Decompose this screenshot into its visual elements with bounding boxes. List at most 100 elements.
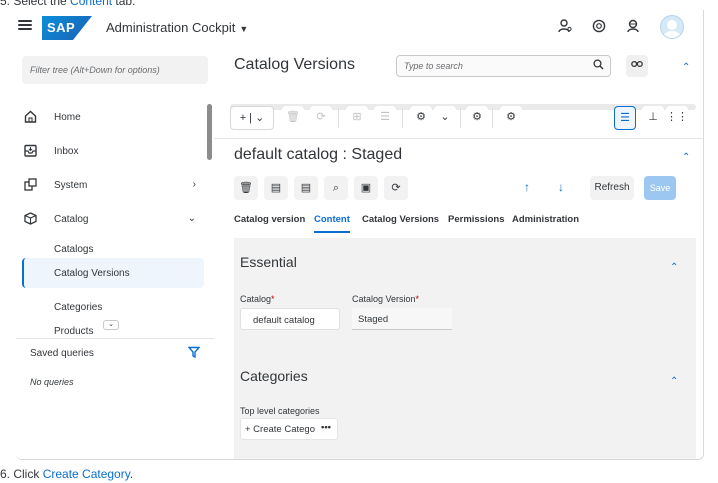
nav-item-label: Products — [54, 326, 94, 334]
inbox-icon — [23, 144, 37, 158]
list-title: Catalog Versions — [234, 56, 355, 73]
more-options-icon[interactable]: ••• — [321, 422, 331, 433]
tab-content[interactable]: Content — [314, 214, 350, 233]
advanced-search-icon[interactable] — [626, 55, 648, 77]
search-icon[interactable] — [593, 59, 604, 73]
nav-item-label: Catalogs — [54, 244, 94, 255]
save-button[interactable]: Save — [644, 176, 676, 200]
nav-item-catalog[interactable]: Catalog ⌄ — [16, 204, 204, 234]
saved-queries-title: Saved queries — [30, 348, 94, 359]
add-button[interactable]: + | ⌄ — [230, 106, 274, 130]
divider — [214, 138, 703, 139]
catalog-version-field: Staged — [352, 308, 452, 330]
nav-item-label: Catalog — [54, 214, 89, 225]
nav-item-label: System — [54, 180, 88, 191]
step-5-link[interactable]: Content — [70, 0, 112, 8]
compare-icon[interactable]: ⊞ — [346, 106, 368, 130]
list-view-icon[interactable]: ☰ — [614, 106, 636, 130]
content-panel: Essential ⌃ Catalog* default catalog Cat… — [234, 238, 696, 459]
list-select-icon[interactable]: ☰ — [374, 106, 396, 130]
previous-arrow-icon[interactable]: ↑ — [524, 180, 530, 194]
app-title-text: Administration Cockpit — [106, 20, 236, 35]
nav-item-system[interactable]: System › — [16, 170, 204, 200]
copy-icon[interactable]: ▤ — [294, 176, 318, 200]
refresh-button[interactable]: Refresh — [590, 176, 634, 200]
required-mark: * — [271, 294, 275, 304]
tab-catalog-versions[interactable]: Catalog Versions — [362, 214, 439, 231]
settings-icon[interactable]: ⚙ — [500, 106, 522, 130]
step-5-suffix: tab. — [112, 0, 136, 8]
app-window: SAP Administration Cockpit ▼ Filter tree … — [16, 10, 704, 460]
essential-section-title: Essential — [240, 254, 297, 270]
system-icon — [23, 178, 37, 192]
export-icon[interactable]: ▣ — [354, 176, 378, 200]
search-placeholder: Type to search — [404, 61, 463, 71]
catalog-icon — [23, 212, 37, 226]
menu-icon[interactable] — [18, 18, 32, 32]
expand-more-icon[interactable]: ⌄ — [103, 320, 119, 330]
filter-tree-input[interactable]: Filter tree (Alt+Down for options) — [22, 56, 208, 84]
top-level-categories-label: Top level categories — [240, 406, 320, 416]
delete-icon[interactable]: 🗑 — [234, 176, 258, 200]
step-6-suffix: . — [129, 467, 134, 481]
catalog-label: Catalog* — [240, 294, 275, 304]
user-avatar[interactable] — [660, 15, 684, 39]
home-icon — [23, 110, 37, 124]
collapse-essential-icon[interactable]: ⌃ — [670, 262, 678, 273]
nav-item-inbox[interactable]: Inbox — [16, 136, 204, 166]
caret-down-icon: ▼ — [239, 24, 249, 34]
app-title[interactable]: Administration Cockpit ▼ — [106, 20, 248, 35]
nav-item-catalog-versions[interactable]: Catalog Versions — [22, 258, 204, 288]
user-settings-icon[interactable] — [556, 19, 574, 37]
help-icon[interactable] — [590, 19, 608, 37]
catalog-version-label: Catalog Version* — [352, 294, 419, 304]
sap-logo: SAP — [42, 16, 92, 40]
catalog-field[interactable]: default catalog — [240, 308, 340, 330]
navigation-tree: Filter tree (Alt+Down for options) Home … — [16, 46, 214, 459]
delete-icon[interactable]: 🗑 — [282, 106, 304, 130]
tree-view-icon[interactable]: ⊥ — [642, 106, 664, 130]
collapse-list-icon[interactable]: ⌃ — [682, 62, 690, 73]
nav-scrollbar[interactable] — [207, 104, 212, 160]
saved-queries-panel: Saved queries No queries — [16, 338, 214, 387]
object-title: default catalog : Staged — [234, 146, 403, 163]
nav-item-label: Inbox — [54, 146, 79, 157]
editor-actions: 🗑 ▤ ▤ ⌕ ▣ ⟳ ↑ ↓ Refresh Save — [234, 176, 694, 202]
no-queries-text: No queries — [30, 377, 74, 387]
tab-permissions[interactable]: Permissions — [448, 214, 505, 231]
next-arrow-icon[interactable]: ↓ — [558, 180, 564, 194]
create-category-label: + Create Catego — [245, 424, 315, 435]
nav-item-label: Home — [54, 112, 81, 123]
main-content: Catalog Versions Type to search ⌃ + | ⌄ … — [214, 46, 703, 459]
reload-icon[interactable]: ⟳ — [384, 176, 408, 200]
chevron-down-icon: ⌄ — [187, 213, 196, 224]
tab-administration[interactable]: Administration — [512, 214, 579, 231]
sync-icon[interactable]: ⚙ — [410, 106, 432, 130]
sync-action-icon[interactable]: ⚙ — [466, 106, 488, 130]
notifications-icon[interactable] — [624, 19, 642, 37]
editor-tabs: Catalog version Content Catalog Versions… — [234, 214, 694, 236]
step-6-prefix: 6. Click — [0, 467, 43, 481]
grid-view-icon[interactable]: ⋮⋮ — [666, 106, 688, 130]
shell-bar: SAP Administration Cockpit ▼ — [16, 10, 703, 46]
list-toolbar: + | ⌄ 🗑 ⟳ ⊞ ☰ ⚙ ⌄ ⚙ ⚙ ☰ ⊥ ⋮⋮ — [230, 106, 690, 132]
search-references-icon[interactable]: ⌕ — [324, 176, 348, 200]
collapse-editor-icon[interactable]: ⌃ — [682, 152, 690, 163]
nav-item-label: Catalog Versions — [54, 268, 130, 279]
step-6-link[interactable]: Create Category — [43, 467, 130, 481]
tab-catalog-version[interactable]: Catalog version — [234, 214, 305, 231]
categories-section-title: Categories — [240, 368, 308, 384]
search-input[interactable]: Type to search — [396, 55, 611, 77]
nav-item-home[interactable]: Home — [16, 102, 204, 132]
catalog-version-label-text: Catalog Version — [352, 294, 416, 304]
step-5-caption: 5. Select the Content tab. — [0, 0, 135, 8]
step-5-prefix: 5. Select the — [0, 0, 71, 8]
step-6-caption: 6. Click Create Category. — [0, 467, 133, 481]
edit-icon[interactable]: ▤ — [264, 176, 288, 200]
refresh-icon[interactable]: ⟳ — [310, 106, 332, 130]
collapse-categories-icon[interactable]: ⌃ — [670, 376, 678, 387]
create-category-button[interactable]: + Create Catego ••• — [240, 418, 338, 440]
nav-item-label: Categories — [54, 302, 103, 313]
filter-icon[interactable] — [187, 346, 201, 361]
chevron-down-icon[interactable]: ⌄ — [434, 106, 456, 130]
